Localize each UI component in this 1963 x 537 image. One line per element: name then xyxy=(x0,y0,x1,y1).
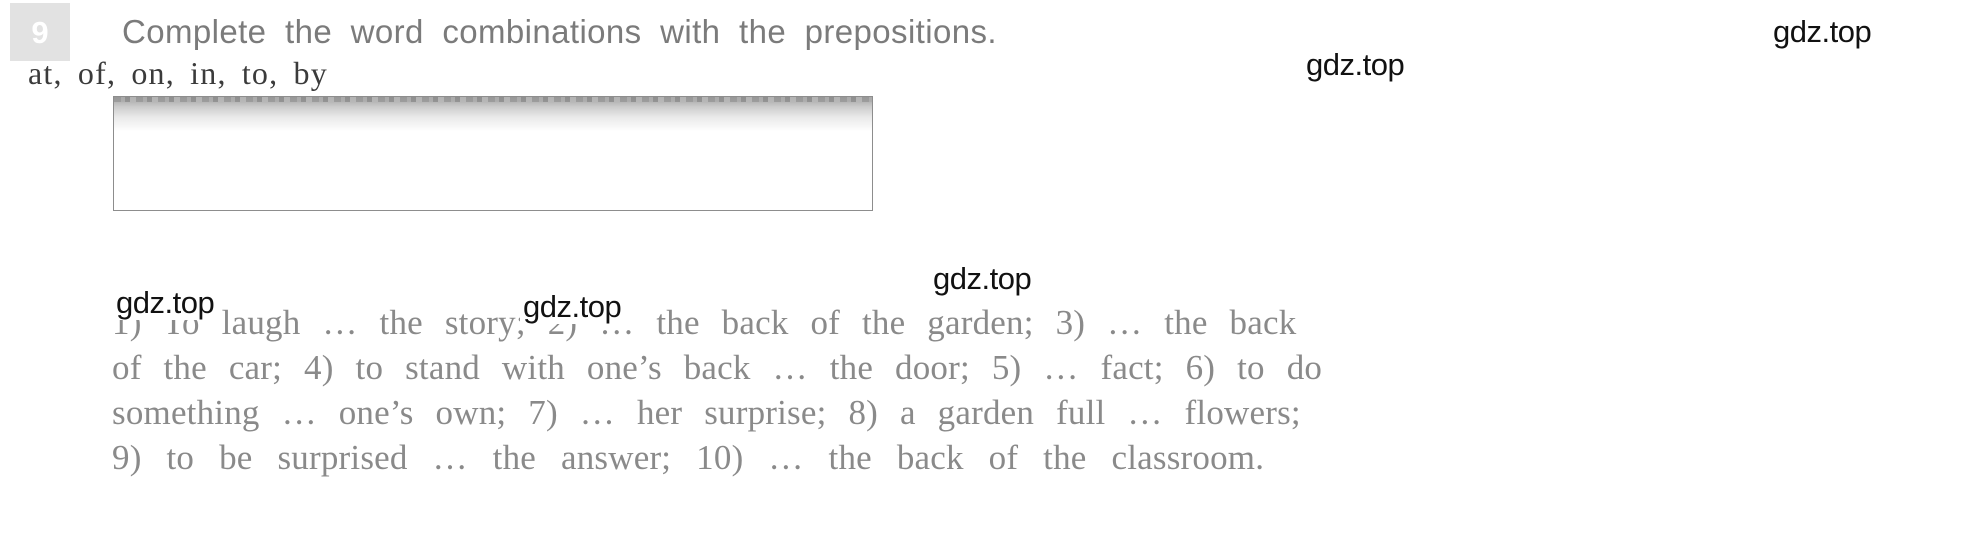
watermark: gdz.top xyxy=(930,261,1035,296)
exercise-number: 9 xyxy=(31,14,49,50)
prepositions-word-bank-box xyxy=(113,96,873,211)
exercise-line-4: 9) to be surprised … the answer; 10) … t… xyxy=(112,438,1265,477)
box-top-shading xyxy=(114,97,872,131)
exercise-instruction: Complete the word combinations with the … xyxy=(122,13,997,50)
exercise-line-2: of the car; 4) to stand with one’s back … xyxy=(112,348,1323,387)
exercise-body: 1) To laugh … the story; 2) … the back o… xyxy=(112,300,1952,480)
exercise-line-1: 1) To laugh … the story; 2) … the back o… xyxy=(112,303,1297,342)
watermark: gdz.top xyxy=(1303,47,1408,82)
watermark: gdz.top xyxy=(520,289,625,324)
exercise-line-3: something … one’s own; 7) … her surprise… xyxy=(112,393,1301,432)
exercise-number-badge: 9 xyxy=(10,3,70,61)
prepositions-word-bank-text: at, of, on, in, to, by xyxy=(28,55,328,91)
watermark: gdz.top xyxy=(1770,14,1875,49)
watermark: gdz.top xyxy=(113,285,218,320)
